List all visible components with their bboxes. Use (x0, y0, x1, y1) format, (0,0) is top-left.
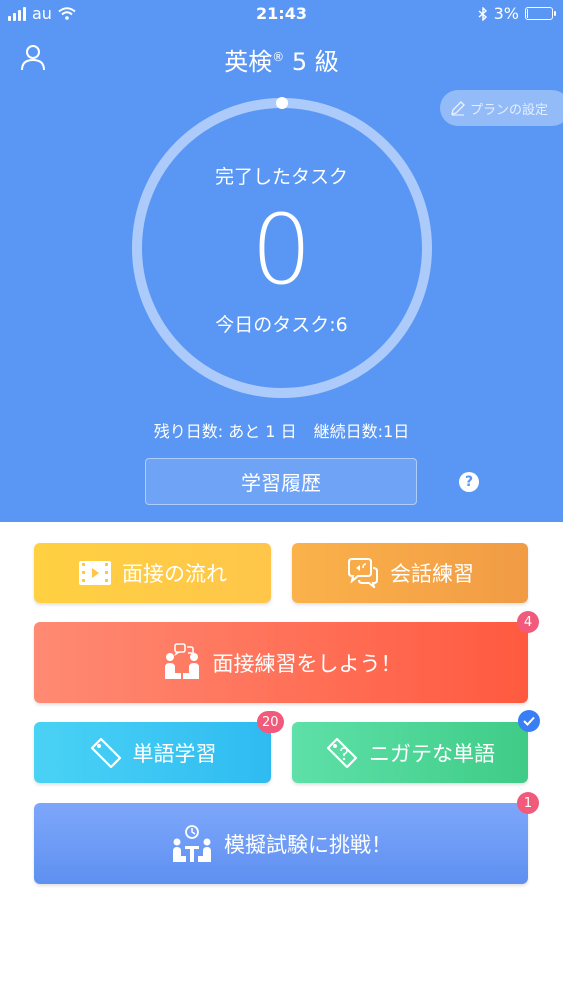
page-title: 英検® 5 級 (224, 48, 339, 76)
completed-tasks-label: 完了したタスク (214, 166, 348, 188)
days-info: 残り日数: あと 1 日 継続日数:1日 (0, 418, 563, 442)
plan-settings-button[interactable]: プランの設定 (440, 90, 563, 126)
interview-flow-label: 面接の流れ (122, 562, 227, 586)
days-streak-label: 継続日数:1日 (313, 422, 410, 441)
conversation-practice-button[interactable]: 会話練習 (292, 543, 528, 603)
completed-tasks-count: 0 (250, 194, 313, 306)
vocab-study-button[interactable]: 単語学習 (34, 722, 271, 783)
mock-exam-badge: 1 (517, 792, 539, 814)
chat-icon (348, 558, 378, 588)
interview-practice-label: 面接練習をしよう！ (212, 651, 402, 676)
today-tasks-label: 今日のタスク:6 (215, 314, 348, 336)
interview-flow-button[interactable]: 面接の流れ (34, 543, 271, 603)
tag-icon (90, 737, 121, 768)
mock-exam-label: 模擬試験に挑戦！ (224, 832, 392, 857)
vocab-study-label: 単語学習 (132, 741, 217, 766)
weak-words-button[interactable]: ニガテな単語 (292, 722, 528, 783)
status-bar: au 21:43 3% (0, 0, 563, 30)
mock-exam-button[interactable]: 模擬試験に挑戦！ (34, 803, 528, 884)
pencil-icon (451, 101, 465, 116)
vocab-study-badge: 20 (257, 711, 284, 733)
days-left-label: 残り日数: あと 1 日 (153, 422, 297, 441)
plan-settings-label: プランの設定 (470, 102, 549, 118)
progress-ring-handle (276, 97, 288, 109)
tag-question-icon (326, 737, 358, 768)
weak-words-label: ニガテな単語 (369, 741, 495, 766)
battery-icon (525, 7, 556, 20)
film-icon (79, 561, 111, 585)
conversation-practice-label: 会話練習 (390, 562, 474, 586)
interview-practice-badge: 4 (517, 611, 539, 633)
header-panel: au 21:43 3% 英検® 5 級 プランの設定 完了したタスク 0 今日の… (0, 0, 563, 522)
battery-percent: 3% (493, 4, 519, 23)
interview-practice-button[interactable]: 面接練習をしよう！ (34, 622, 528, 703)
exam-icon (173, 824, 211, 862)
check-icon (518, 710, 540, 732)
bluetooth-icon (478, 6, 487, 21)
people-icon (164, 642, 199, 679)
study-history-button[interactable]: 学習履歴 (145, 458, 417, 505)
help-icon[interactable]: ? (459, 472, 479, 492)
